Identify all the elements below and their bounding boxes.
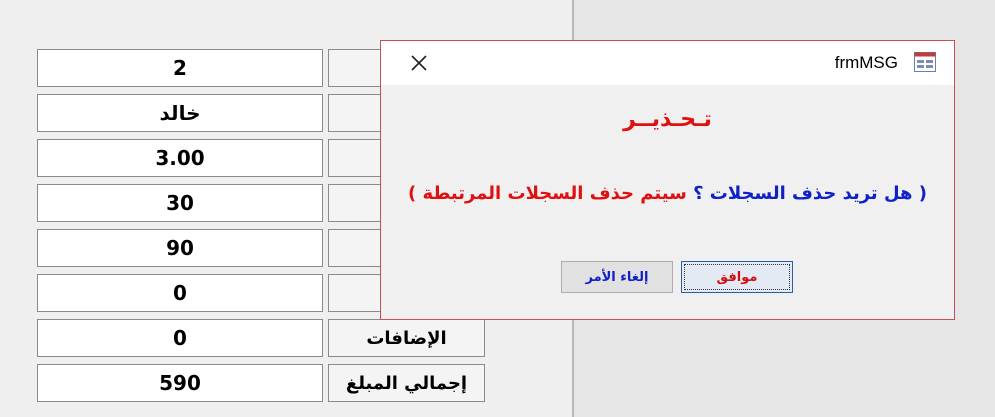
field-value[interactable]: خالد [37,94,323,132]
warning-text: سيتم حذف السجلات المرتبطة ) [407,183,687,204]
message-text: ( هل تريد حذف السجلات ؟ سيتم حذف السجلات… [381,183,954,204]
field-label: إجمالي المبلغ [328,364,485,402]
field-value[interactable]: 0 [37,319,323,357]
field-value[interactable]: 2 [37,49,323,87]
field-label: الإضافات [328,319,485,357]
field-value[interactable]: 30 [37,184,323,222]
field-value[interactable]: 90 [37,229,323,267]
field-value[interactable]: 590 [37,364,323,402]
question-text: ( هل تريد حذف السجلات ؟ [693,183,927,204]
ok-button[interactable]: موافق [681,261,793,293]
warning-title: تـحـذيــر [623,107,712,132]
close-icon [411,55,427,71]
close-button[interactable] [403,47,435,79]
form-icon [914,52,936,72]
field-value[interactable]: 3.00 [37,139,323,177]
dialog-titlebar[interactable]: frmMSG [381,41,954,85]
cancel-button[interactable]: إلغاء الأمر [561,261,673,293]
dialog-title: frmMSG [834,53,898,72]
field-value[interactable]: 0 [37,274,323,312]
message-dialog: frmMSG تـحـذيــر ( هل تريد حذف السجلات ؟… [380,40,955,320]
